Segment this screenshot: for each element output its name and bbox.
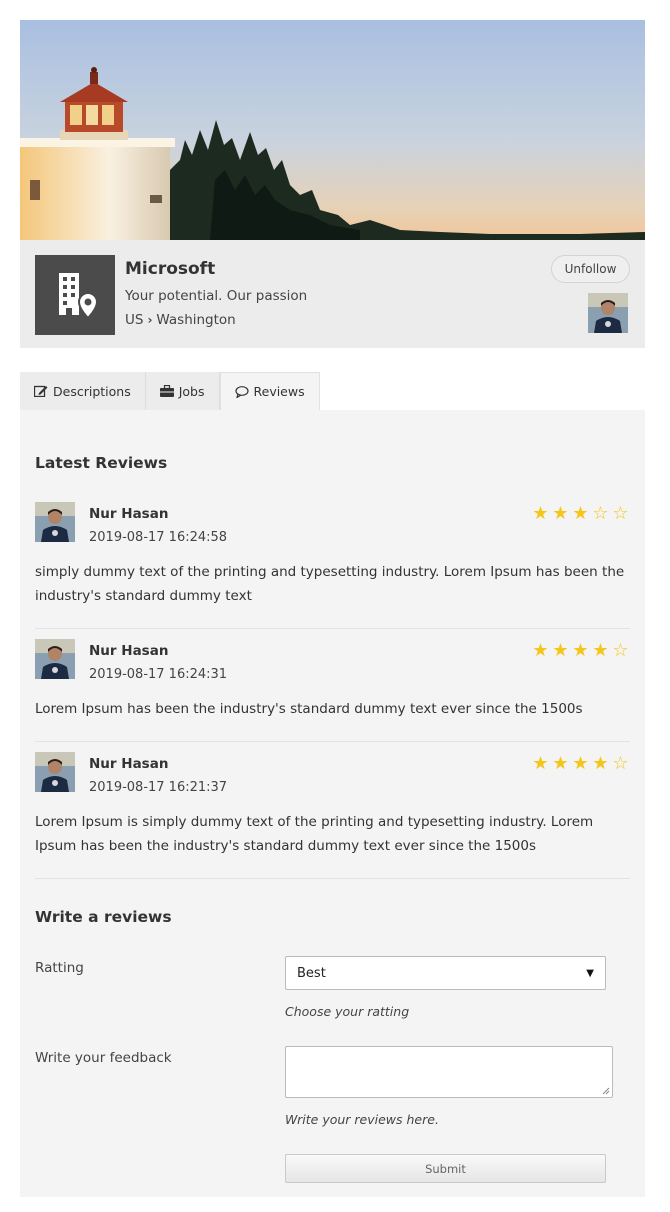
star-filled-icon: ★ — [532, 640, 549, 661]
star-filled-icon: ★ — [572, 640, 589, 661]
chevron-right-icon: › — [147, 313, 153, 327]
resize-grip-icon[interactable] — [602, 1087, 610, 1095]
company-logo — [35, 255, 115, 335]
review-date: 2019-08-17 16:24:31 — [89, 667, 228, 682]
star-filled-icon: ★ — [532, 503, 549, 524]
tab-bar: Descriptions Jobs Reviews — [20, 372, 320, 410]
edit-icon — [34, 385, 48, 397]
star-empty-icon: ☆ — [612, 640, 629, 661]
divider — [35, 878, 630, 879]
review-item: Nur Hasan 2019-08-17 16:24:31 ★ ★ ★ ★ ☆ Lore… — [35, 639, 630, 719]
star-empty-icon: ☆ — [612, 753, 629, 774]
review-date: 2019-08-17 16:21:37 — [89, 780, 228, 795]
star-filled-icon: ★ — [572, 753, 589, 774]
review-item: Nur Hasan 2019-08-17 16:24:58 ★ ★ ★ ☆ ☆ simp… — [35, 502, 630, 612]
star-filled-icon: ★ — [592, 640, 609, 661]
briefcase-icon — [159, 385, 174, 397]
tab-jobs[interactable]: Jobs — [145, 372, 220, 410]
write-review-title: Write a reviews — [35, 908, 172, 926]
star-rating: ★ ★ ★ ★ ☆ — [531, 755, 630, 773]
reviewer-avatar[interactable] — [35, 752, 75, 792]
follower-avatar[interactable] — [588, 293, 628, 333]
tab-label: Jobs — [178, 383, 205, 399]
star-rating: ★ ★ ★ ★ ☆ — [531, 642, 630, 660]
submit-button[interactable]: Submit — [285, 1154, 606, 1183]
star-filled-icon: ★ — [532, 753, 549, 774]
rating-select[interactable]: Best ▼ — [285, 956, 606, 990]
star-filled-icon: ★ — [552, 753, 569, 774]
review-item: Nur Hasan 2019-08-17 16:21:37 ★ ★ ★ ★ ☆ Lore… — [35, 752, 630, 862]
review-text: Lorem Ipsum has been the industry's stan… — [35, 701, 583, 717]
rating-label: Ratting — [35, 960, 84, 976]
rating-select-value: Best — [297, 965, 326, 981]
star-filled-icon: ★ — [552, 640, 569, 661]
feedback-label: Write your feedback — [35, 1050, 172, 1066]
company-name: Microsoft — [125, 259, 216, 279]
star-empty-icon: ☆ — [592, 503, 609, 524]
comment-icon — [234, 385, 249, 398]
star-filled-icon: ★ — [552, 503, 569, 524]
tab-descriptions[interactable]: Descriptions — [20, 372, 146, 410]
reviewer-avatar[interactable] — [35, 639, 75, 679]
latest-reviews-title: Latest Reviews — [35, 454, 168, 472]
cover-photo — [20, 20, 645, 240]
divider — [35, 741, 630, 742]
reviewer-name: Nur Hasan — [89, 756, 169, 772]
tab-label: Reviews — [253, 384, 305, 399]
review-text: simply dummy text of the printing and ty… — [35, 564, 625, 604]
company-location: US › Washington — [125, 312, 236, 328]
star-empty-icon: ☆ — [612, 503, 629, 524]
caret-down-icon: ▼ — [586, 967, 594, 979]
feedback-hint: Write your reviews here. — [285, 1112, 439, 1127]
divider — [35, 628, 630, 629]
tab-reviews[interactable]: Reviews — [219, 372, 320, 410]
tab-label: Descriptions — [53, 383, 131, 399]
location-city[interactable]: Washington — [156, 312, 235, 328]
company-tagline: Your potential. Our passion — [125, 288, 308, 304]
feedback-textarea[interactable] — [285, 1046, 613, 1098]
rating-hint: Choose your ratting — [285, 1004, 410, 1019]
reviewer-name: Nur Hasan — [89, 506, 169, 522]
star-filled-icon: ★ — [572, 503, 589, 524]
star-filled-icon: ★ — [592, 753, 609, 774]
company-header: Microsoft Your potential. Our passion US… — [20, 240, 645, 348]
star-rating: ★ ★ ★ ☆ ☆ — [531, 505, 630, 523]
building-location-icon — [59, 273, 99, 320]
unfollow-button[interactable]: Unfollow — [551, 255, 630, 283]
reviewer-avatar[interactable] — [35, 502, 75, 542]
reviewer-name: Nur Hasan — [89, 643, 169, 659]
review-text: Lorem Ipsum is simply dummy text of the … — [35, 814, 594, 854]
review-date: 2019-08-17 16:24:58 — [89, 530, 228, 545]
location-country[interactable]: US — [125, 312, 143, 328]
reviews-panel: Latest Reviews Nur Hasan 2019-08-17 16:2… — [20, 410, 645, 1197]
